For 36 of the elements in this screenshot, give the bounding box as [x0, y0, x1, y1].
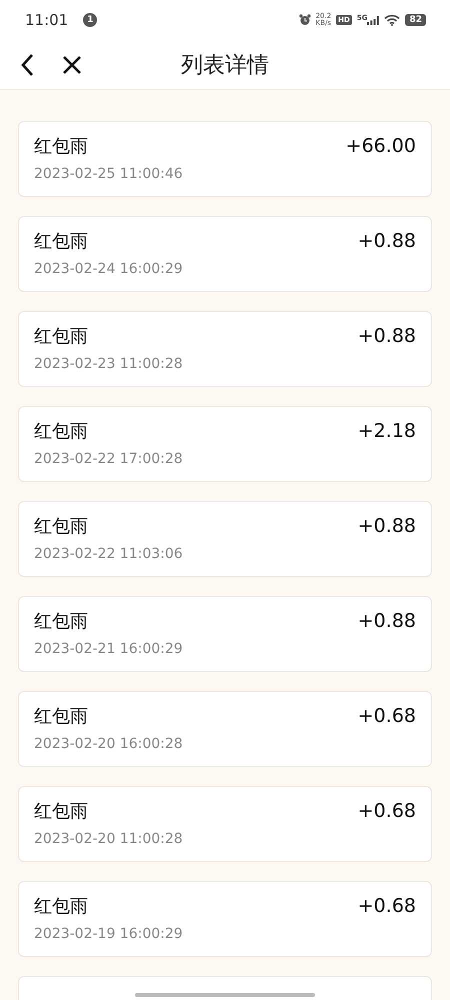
record-title: 红包雨: [34, 800, 88, 823]
record-amount: +0.88: [358, 610, 416, 632]
record-time: 2023-02-24 16:00:29: [34, 261, 184, 277]
record-title: 红包雨: [34, 135, 88, 158]
record-amount: +0.68: [358, 895, 416, 917]
record-time: 2023-02-22 11:03:06: [34, 546, 184, 562]
signal-icon: [367, 16, 380, 24]
record-time: 2023-02-20 16:00:28: [34, 736, 184, 752]
record-title: 红包雨: [34, 230, 88, 253]
record-amount: +66.00: [346, 135, 416, 157]
alarm-clock-icon: [298, 14, 311, 26]
battery-indicator: 82: [405, 14, 426, 26]
record-time: 2023-02-20 11:00:28: [34, 831, 184, 847]
record-amount: +0.68: [358, 800, 416, 822]
record-time: 2023-02-23 11:00:28: [34, 356, 184, 372]
close-icon: [62, 54, 82, 74]
record-title: 红包雨: [34, 895, 88, 918]
record-time: 2023-02-21 16:00:29: [34, 641, 184, 657]
notification-badge: 1: [83, 13, 98, 27]
record-amount: +0.88: [358, 325, 416, 347]
record-amount: +0.88: [358, 515, 416, 537]
record-time: 2023-02-22 17:00:28: [34, 451, 184, 467]
back-icon: [20, 52, 34, 76]
status-time: 11:01: [25, 11, 68, 29]
record-amount: +2.18: [358, 420, 416, 442]
record-title: 红包雨: [34, 705, 88, 728]
record-title: 红包雨: [34, 420, 88, 443]
record-title: 红包雨: [34, 515, 88, 538]
wifi-icon: [384, 14, 400, 26]
record-title: 红包雨: [34, 610, 88, 633]
record-time: 2023-02-25 11:00:46: [34, 166, 184, 182]
record-amount: +0.68: [358, 705, 416, 727]
record-title: 红包雨: [34, 325, 88, 348]
page-title: 列表详情: [180, 52, 270, 80]
record-time: 2023-02-19 16:00:29: [34, 926, 184, 942]
record-amount: +0.88: [358, 230, 416, 252]
